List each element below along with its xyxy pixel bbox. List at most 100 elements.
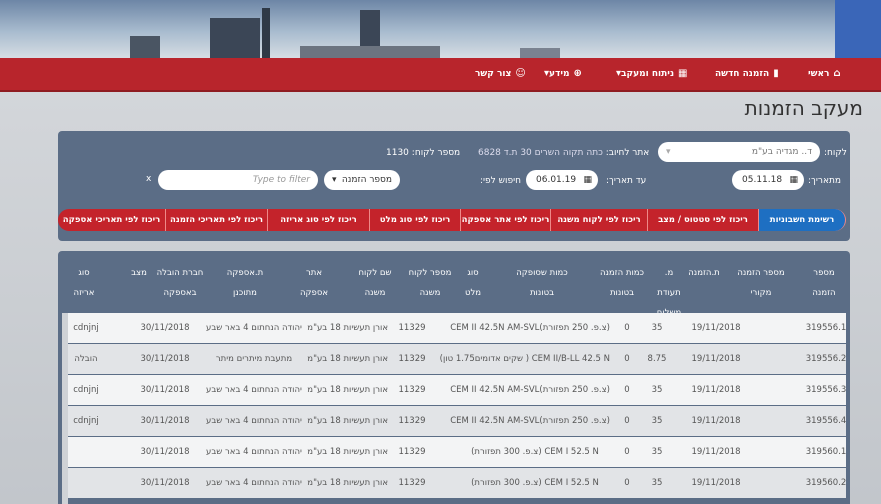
table-cell-sub-name: אורן תעשיות 18 בע"מ [307,447,388,457]
tab-by-status[interactable]: ריכוז לפי סטטוס / מצב [648,209,759,231]
column-header-line: כמות הזמנה [599,268,645,278]
column-header-line: סוג [78,268,90,278]
table-cell-planned: 30/11/2018 [140,416,190,426]
tab-by-package-type[interactable]: ריכוז לפי סוג אריזה [268,209,370,231]
banner-plant-shape [520,48,560,58]
billing-site-label: אתר לחיוב: כתה תקוה השרים 30 ת.ד 6828 [478,148,650,158]
table-cell-package: cdnjnj [73,385,99,395]
chevron-down-icon: ▾ [666,147,671,157]
table-row[interactable]: 319556.4 19/11/2018 35 0 (צ.פ. 250 תפזורת)CE… [62,406,846,436]
table-row[interactable]: 319556.3 19/11/2018 35 0 (צ.פ. 250 תפזורת)CE… [62,375,846,405]
table-cell-order: 319556.1 [805,323,847,333]
table-cell-sub-name: אורן תעשיות 18 בע"מ [307,385,388,395]
search-input[interactable]: Type to filter [158,170,318,190]
table-cell-sub-num: 11329 [398,354,426,364]
column-header[interactable]: סוג אריזה [70,263,98,303]
column-header[interactable]: ת.אספקה מתוכנן [210,263,280,303]
table-cell-date: 19/11/2018 [691,416,741,426]
table-cell-date: 19/11/2018 [691,478,741,488]
tab-by-order-date[interactable]: ריכוז לפי תאריכי הזמנה [166,209,268,231]
clear-search-button[interactable]: x [146,174,151,184]
table-cell-delivered: 0 [624,323,630,333]
main-nav-bar: ⌂ראשי ▮הזמנה חדשה ▦ניתוח ומעקב▾ ⊕מידע▾ ☺… [0,58,881,92]
column-header[interactable]: שם לקוח משנה [346,263,404,303]
table-cell-site: יהודה הנחתום 4 באר שבע [206,323,302,333]
column-header[interactable]: כמות הזמנה בטונות [592,263,652,303]
table-cell-site: יהודה הנחתום 4 באר שבע [206,416,302,426]
header-banner-image [0,0,881,58]
column-header[interactable]: כמות שסופקה בטונות [492,263,592,303]
nav-home[interactable]: ⌂ראשי [808,58,841,90]
column-header[interactable]: סוג מלט [458,263,488,303]
table-row[interactable]: 319556.2 19/11/2018 8.75 0 CEM II/B-LL 42.5 … [62,344,846,374]
column-header-line: בטונות [609,288,635,298]
table-cell-delivered: 0 [624,354,630,364]
banner-plant-shape [130,36,160,58]
table-cell-site: יהודה הנחתום 4 באר שבע [206,478,302,488]
table-row[interactable]: 319560.1 19/11/2018 35 0 CEM I 52.5 N (צ.פ. … [62,437,846,467]
column-header[interactable]: ת.הזמנה [684,263,724,283]
nav-tracking[interactable]: ▦ניתוח ומעקב▾ [612,58,687,90]
table-cell-status [106,313,132,343]
table-cell-planned: 30/11/2018 [140,385,190,395]
column-header[interactable]: חברת הובלה באספקה [152,263,208,303]
search-field-select[interactable]: מספר הזמנה ▾ [324,170,400,190]
table-cell-package: cdnjnj [73,416,99,426]
column-header[interactable]: מספר הזמנה [804,263,844,303]
nav-new-order[interactable]: ▮הזמנה חדשה [715,58,779,90]
column-header[interactable]: אתר אספקה [284,263,344,303]
column-header[interactable]: מצב [124,263,154,283]
from-date-label: מתאריך: [808,176,842,186]
column-header[interactable]: מספר לקוח משנה [406,263,454,303]
table-cell-sub-name: אורן תעשיות 18 בע"מ [307,354,388,364]
chevron-down-icon: ▾ [332,175,337,185]
table-cell-status [106,344,132,374]
table-scrollbar[interactable] [62,313,68,504]
column-header-line: אתר [305,268,323,278]
to-date-input[interactable]: ▦ 06.01.19 [526,170,598,190]
customer-select[interactable]: ד.. מגדיה בע"מ ▾ [658,142,820,162]
tab-by-site[interactable]: ריכוז לפי אתר אספקה [461,209,551,231]
tab-by-cement-type[interactable]: ריכוז לפי סוג מלט [370,209,461,231]
table-cell-order: 319556.2 [805,354,847,364]
column-header-line: מ. תעודת [657,268,681,298]
table-cell-sub-num: 11329 [398,447,426,457]
table-cell-planned: 30/11/2018 [140,478,190,488]
table-row[interactable]: 319560.2 19/11/2018 35 0 CEM I 52.5 N (צ.פ. … [62,468,846,498]
table-cell-sub-num: 11329 [398,416,426,426]
customer-number: מספר לקוח: 1130 [386,148,461,158]
column-header-line: מקורי [750,288,772,298]
table-cell-date: 19/11/2018 [691,385,741,395]
column-header-line: משנה [419,288,441,298]
nav-contact[interactable]: ☺צור קשר [475,58,526,90]
table-cell-date: 19/11/2018 [691,323,741,333]
tab-invoices[interactable]: רשימת חשבוניות [759,209,846,231]
table-header: מספרהזמנהמספר הזמנהמקורית.הזמנהמ. תעודת מ… [62,257,846,318]
tab-by-subcustomer[interactable]: ריכוז לפי לקוח משנה [551,209,648,231]
table-cell-order: 319556.3 [805,385,847,395]
search-by-label: חיפוש לפי: [480,176,521,186]
table-cell-cement: CEM I 52.5 N (צ.פ. 300 תפזורת) [471,478,599,488]
customer-label: לקוח: [824,148,847,158]
column-header[interactable]: מספר הזמנה מקורי [726,263,796,303]
tab-by-delivery-date[interactable]: ריכוז לפי תאריכי אספקה [58,209,166,231]
column-header-line: באספקה [163,288,197,298]
table-cell-date: 19/11/2018 [691,354,741,364]
table-row[interactable]: 319556.1 19/11/2018 35 0 (צ.פ. 250 תפזורת)CE… [62,313,846,343]
from-date-input[interactable]: ▦ 05.11.18 [732,170,804,190]
table-cell-package [68,437,104,467]
table-cell-qty: 35 [651,323,663,333]
table-cell-planned: 30/11/2018 [140,447,190,457]
user-icon: ☺ [515,68,526,79]
nav-info[interactable]: ⊕מידע▾ [540,58,582,90]
table-cell-cement: (צ.פ. 250 תפזורת)CEM II 42.5N AM-SVL [450,416,610,426]
table-cell-package: הובלה [74,354,98,364]
column-header-line: משנה [364,288,386,298]
column-header-line: חברת הובלה [156,268,204,278]
calendar-icon: ▦ [583,175,592,185]
table-cell-delivered: 0 [624,478,630,488]
column-header-line: סוג [467,268,479,278]
column-header-line: מספר [813,268,835,278]
table-cell-date: 19/11/2018 [691,447,741,457]
table-cell-qty: 8.75 [647,354,667,364]
